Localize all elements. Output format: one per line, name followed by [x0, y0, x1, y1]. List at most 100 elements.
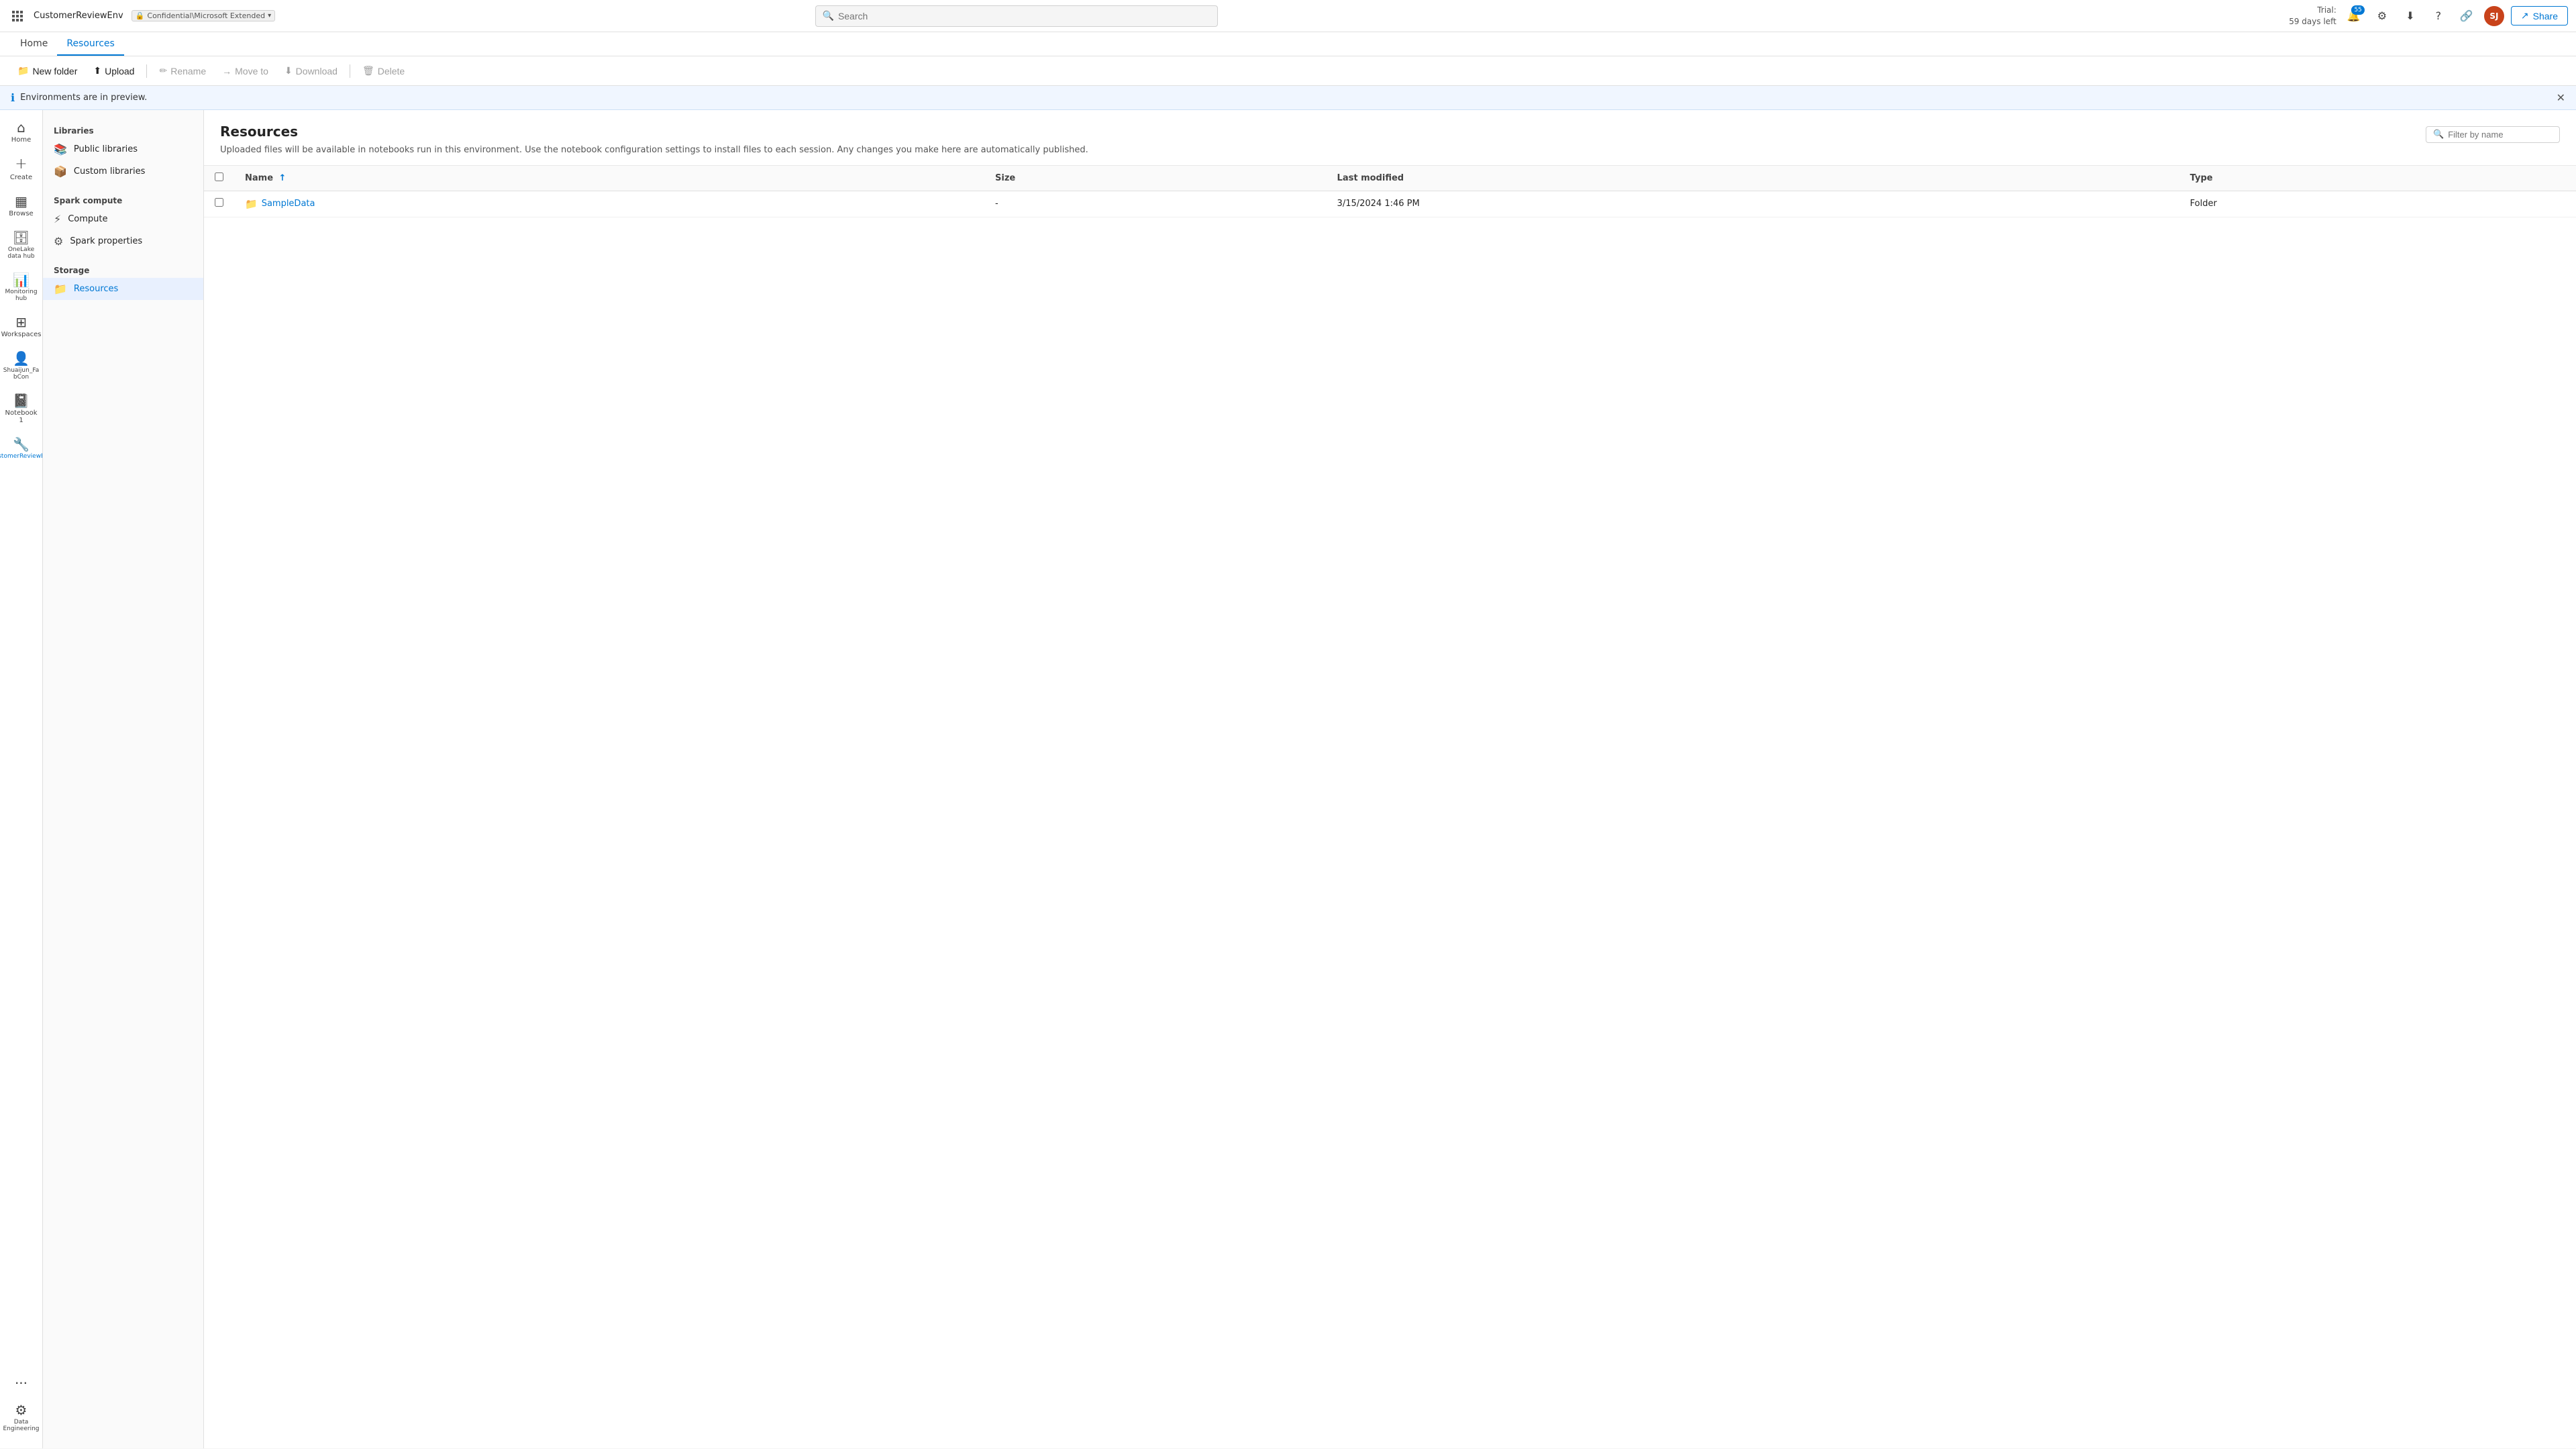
- sidebar-item-create[interactable]: + Create: [3, 152, 40, 187]
- folder-link[interactable]: 📁 SampleData: [245, 198, 974, 210]
- type-header-label: Type: [2190, 173, 2213, 183]
- sidebar-item-monitoring[interactable]: 📊 Monitoring hub: [3, 268, 40, 307]
- custom-libraries-icon: 📦: [54, 165, 67, 178]
- delete-button[interactable]: 🗑 Delete: [356, 62, 411, 80]
- notification-badge: 55: [2351, 5, 2364, 15]
- libraries-section-title: Libraries: [43, 121, 203, 138]
- more-icon: ···: [15, 1377, 28, 1390]
- search-bar[interactable]: 🔍: [815, 5, 1218, 27]
- public-libraries-label: Public libraries: [74, 144, 138, 154]
- trial-line1: Trial:: [2289, 5, 2336, 16]
- avatar[interactable]: SJ: [2484, 6, 2504, 26]
- content-header: Resources Uploaded files will be availab…: [204, 110, 2576, 166]
- env-name[interactable]: CustomerReviewEnv: [34, 11, 123, 21]
- breadcrumb-badge[interactable]: 🔒 Confidential\Microsoft Extended ▾: [132, 10, 275, 21]
- share-button[interactable]: ↗ Share: [2511, 6, 2568, 26]
- data-engineering-icon: ⚙: [15, 1403, 28, 1417]
- create-icon: +: [15, 157, 27, 172]
- select-all-checkbox[interactable]: [215, 172, 223, 181]
- new-folder-button[interactable]: 📁 New folder: [11, 62, 84, 80]
- sidebar-item-home[interactable]: ⌂ Home: [3, 115, 40, 149]
- select-all-header[interactable]: [204, 166, 234, 191]
- nav-right: Trial: 59 days left 🔔 55 ⚙ ⬇ ? 🔗 SJ ↗ Sh…: [2289, 5, 2568, 28]
- content-area: Resources Uploaded files will be availab…: [204, 110, 2576, 1448]
- compute-label: Compute: [68, 214, 107, 224]
- type-value: Folder: [2190, 199, 2217, 209]
- compute-icon: ⚡: [54, 213, 61, 226]
- breadcrumb: CustomerReviewEnv 🔒 Confidential\Microso…: [34, 10, 275, 21]
- monitoring-icon: 📊: [13, 273, 30, 287]
- sidebar-item-customerreviewenv[interactable]: 🔧 CustomerReviewEnv: [3, 432, 40, 465]
- content-description: Uploaded files will be available in note…: [220, 144, 1088, 157]
- name-column-header[interactable]: Name ↑: [234, 166, 984, 191]
- sidebar-data-engineering-label: Data Engineering: [3, 1419, 40, 1432]
- notification-button[interactable]: 🔔 55: [2343, 5, 2365, 27]
- row-checkbox-cell[interactable]: [204, 191, 234, 217]
- upload-label: Upload: [105, 66, 134, 77]
- sidebar-item-workspaces[interactable]: ⊞ Workspaces: [3, 310, 40, 344]
- share-network-button[interactable]: 🔗: [2456, 5, 2477, 27]
- resources-nav-label: Resources: [74, 284, 118, 294]
- download-toolbar-button[interactable]: ⬇ Download: [278, 62, 344, 80]
- tab-resources[interactable]: Resources: [57, 33, 124, 56]
- sidebar-item-shuaijun[interactable]: 👤 Shuaijun_Fa bCon: [3, 346, 40, 386]
- name-header-label: Name: [245, 173, 273, 183]
- search-input[interactable]: [838, 11, 1210, 21]
- table-container: Name ↑ Size Last modified Type: [204, 166, 2576, 1449]
- badge-shield-icon: 🔒: [136, 11, 145, 20]
- badge-label: Confidential\Microsoft Extended: [147, 11, 265, 20]
- help-button[interactable]: ?: [2428, 5, 2449, 27]
- table-row: 📁 SampleData - 3/15/2024 1:46 PM Folder: [204, 191, 2576, 217]
- waffle-icon[interactable]: [8, 7, 27, 26]
- size-header-label: Size: [995, 173, 1015, 183]
- rename-icon: ✏: [159, 65, 167, 77]
- sidebar-item-browse[interactable]: ▦ Browse: [3, 189, 40, 223]
- row-checkbox[interactable]: [215, 198, 223, 207]
- settings-button[interactable]: ⚙: [2371, 5, 2393, 27]
- page-title: Resources: [220, 123, 1088, 140]
- sidebar-item-data-engineering[interactable]: ⚙ Data Engineering: [3, 1398, 40, 1438]
- delete-label: Delete: [378, 66, 405, 77]
- delete-icon: 🗑: [362, 65, 374, 77]
- filter-input[interactable]: [2448, 130, 2542, 140]
- sidebar-item-notebook1[interactable]: 📓 Notebook 1: [3, 389, 40, 430]
- sidebar-browse-label: Browse: [9, 210, 33, 217]
- toolbar-separator-1: [146, 64, 147, 78]
- tab-home[interactable]: Home: [11, 33, 57, 56]
- download-button[interactable]: ⬇: [2400, 5, 2421, 27]
- rename-label: Rename: [170, 66, 206, 77]
- rename-button[interactable]: ✏ Rename: [152, 62, 213, 80]
- nav-left: CustomerReviewEnv 🔒 Confidential\Microso…: [8, 7, 275, 26]
- folder-icon: 📁: [245, 198, 258, 210]
- banner-close-button[interactable]: ✕: [2557, 91, 2565, 104]
- sidebar-item-more[interactable]: ···: [3, 1371, 40, 1395]
- storage-section-title: Storage: [43, 260, 203, 278]
- sidebar-workspaces-label: Workspaces: [1, 331, 42, 338]
- help-icon: ?: [2436, 9, 2442, 22]
- move-to-button[interactable]: → Move to: [215, 62, 275, 80]
- nav-item-public-libraries[interactable]: 📚 Public libraries: [43, 138, 203, 160]
- upload-button[interactable]: ⬆ Upload: [87, 62, 141, 80]
- move-icon: →: [222, 66, 231, 77]
- name-cell: 📁 SampleData: [234, 191, 984, 217]
- main-layout: ⌂ Home + Create ▦ Browse 🗄 OneLake data …: [0, 110, 2576, 1448]
- size-value: -: [995, 199, 998, 209]
- filter-search-icon: 🔍: [2433, 130, 2444, 140]
- sidebar-item-onelake[interactable]: 🗄 OneLake data hub: [3, 226, 40, 265]
- filter-search-container[interactable]: 🔍: [2426, 126, 2560, 143]
- nav-item-resources[interactable]: 📁 Resources: [43, 278, 203, 300]
- nav-item-spark-properties[interactable]: ⚙ Spark properties: [43, 230, 203, 252]
- gear-icon: ⚙: [2377, 9, 2387, 22]
- sidebar-shuaijun-label: Shuaijun_Fa bCon: [3, 367, 39, 381]
- nav-item-custom-libraries[interactable]: 📦 Custom libraries: [43, 160, 203, 183]
- last-modified-cell: 3/15/2024 1:46 PM: [1327, 191, 2179, 217]
- file-table: Name ↑ Size Last modified Type: [204, 166, 2576, 217]
- shuaijun-icon: 👤: [13, 352, 30, 365]
- nav-item-compute[interactable]: ⚡ Compute: [43, 208, 203, 230]
- sidebar-env-label: CustomerReviewEnv: [0, 453, 43, 460]
- share-label: Share: [2533, 11, 2558, 21]
- sidebar-home-label: Home: [11, 136, 32, 144]
- share-network-icon: 🔗: [2460, 9, 2473, 22]
- spark-properties-label: Spark properties: [70, 236, 142, 246]
- avatar-initials: SJ: [2489, 11, 2498, 21]
